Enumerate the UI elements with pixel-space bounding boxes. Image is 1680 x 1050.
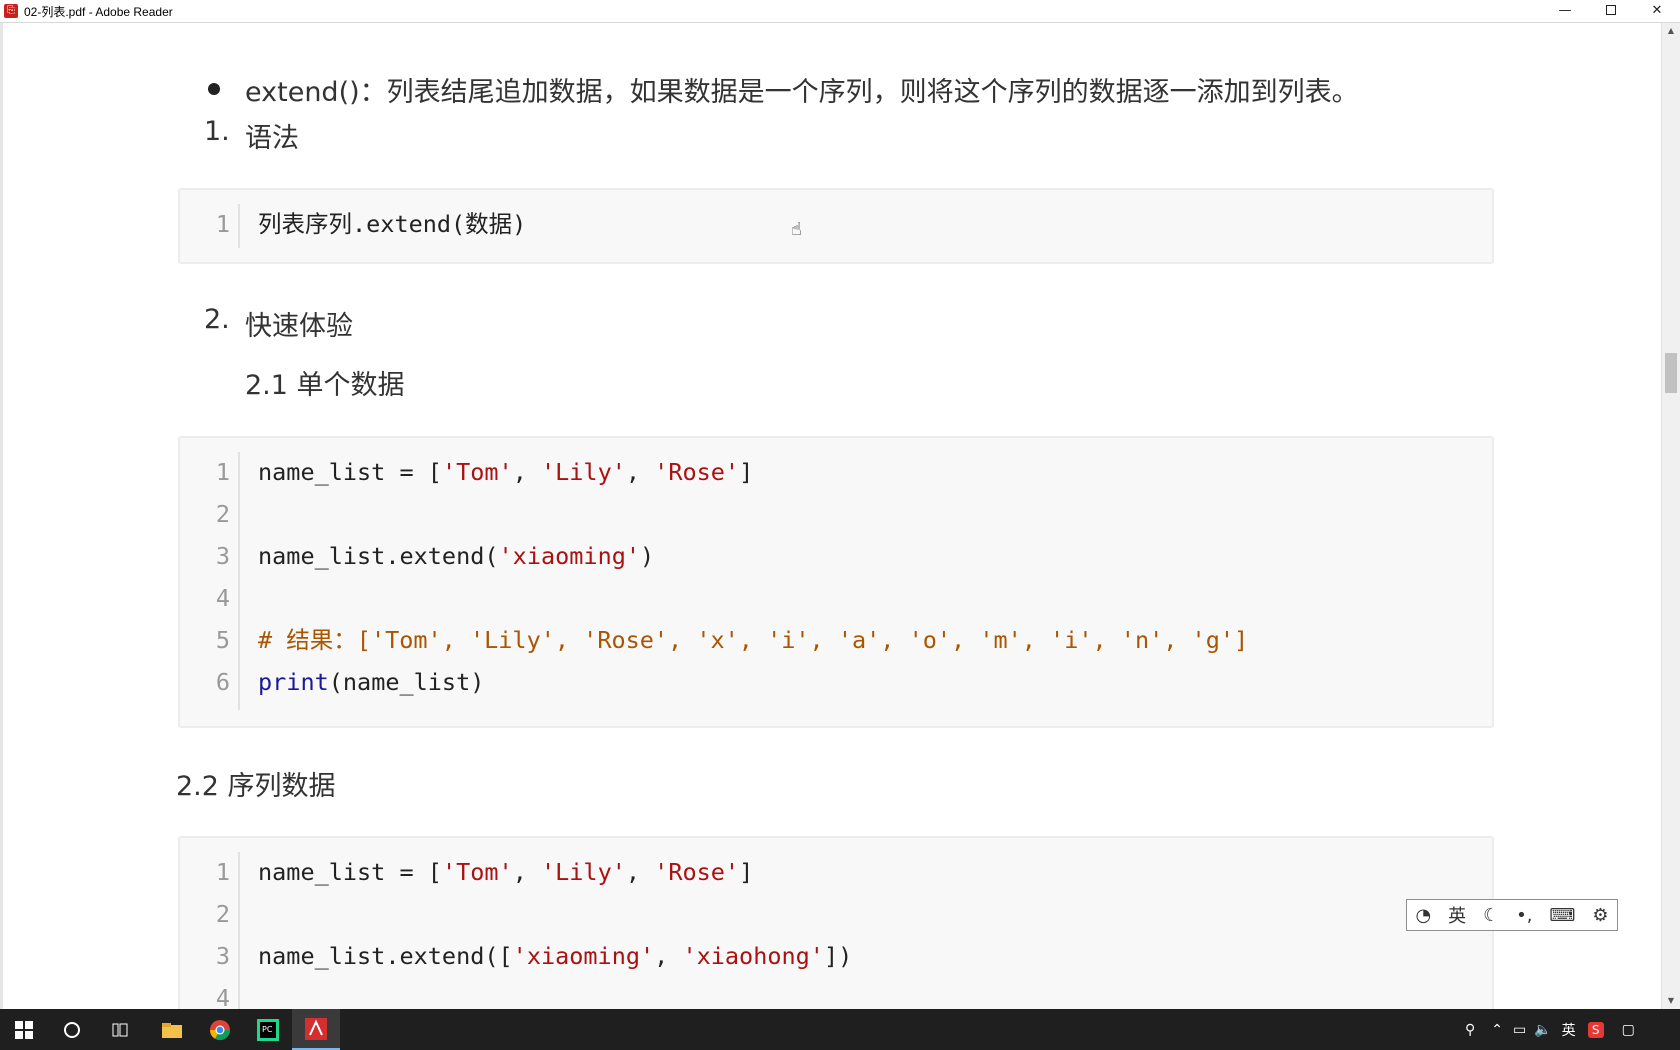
code-line: 2 (180, 894, 1492, 934)
moon-icon[interactable]: ☾ (1483, 905, 1499, 926)
code-line: 5 # 结果：['Tom', 'Lily', 'Rose', 'x', 'i',… (180, 620, 1492, 660)
code-text: name_list = ['Tom', 'Lily', 'Rose'] (258, 458, 754, 486)
task-view-icon[interactable] (96, 1009, 144, 1050)
syntax-code-block: 1 列表序列.extend(数据) (178, 188, 1494, 264)
pdf-page-view[interactable]: extend()：列表结尾追加数据，如果数据是一个序列，则将这个序列的数据逐一添… (0, 23, 1665, 1009)
code-line: 3 name_list.extend('xiaoming') (180, 536, 1492, 576)
code-line: 4 (180, 978, 1492, 1009)
line-number: 1 (215, 858, 230, 886)
line-number: 4 (215, 984, 230, 1009)
windows-start-icon[interactable] (0, 1009, 48, 1050)
window-title: 02-列表.pdf - Adobe Reader (24, 4, 173, 19)
line-number: 5 (215, 626, 230, 654)
code-line: 1 name_list = ['Tom', 'Lily', 'Rose'] (180, 852, 1492, 892)
code-text: print(name_list) (258, 668, 485, 696)
restore-icon (1606, 5, 1616, 15)
code-text: name_list = ['Tom', 'Lily', 'Rose'] (258, 858, 754, 886)
ime-language-toggle[interactable]: 英 (1448, 902, 1466, 928)
code-line: 1 name_list = ['Tom', 'Lily', 'Rose'] (180, 452, 1492, 492)
chrome-icon[interactable] (196, 1009, 244, 1050)
punctuation-icon[interactable]: •, (1516, 905, 1532, 926)
subsection-2-2-title: 2.2 序列数据 (176, 771, 336, 802)
sogou-ime-icon[interactable]: S (1587, 1021, 1604, 1038)
code-comment: # 结果：['Tom', 'Lily', 'Rose', 'x', 'i', '… (258, 626, 1249, 654)
svg-text:PC: PC (262, 1025, 273, 1034)
code-line: 1 列表序列.extend(数据) (180, 204, 1492, 244)
volume-icon[interactable]: 🔈 (1534, 1022, 1551, 1038)
bullet-marker (208, 83, 220, 95)
vertical-scrollbar[interactable]: ▲ ▼ (1661, 23, 1680, 1009)
system-tray: ⚲ ⌃ ▭ 🔈 英 S ▢ (1465, 1009, 1635, 1050)
hand-cursor-icon: ☝ (791, 219, 802, 240)
single-data-code-block: 1 name_list = ['Tom', 'Lily', 'Rose'] 2 … (178, 436, 1494, 728)
sogou-logo-icon[interactable]: ◔ (1415, 905, 1431, 926)
line-number: 3 (215, 942, 230, 970)
windows-taskbar: PC ⚲ ⌃ ▭ 🔈 英 S ▢ (0, 1009, 1680, 1050)
scroll-up-icon[interactable]: ▲ (1662, 23, 1680, 39)
code-text: 列表序列.extend(数据) (258, 210, 527, 238)
line-number: 2 (215, 500, 230, 528)
network-icon[interactable]: ▭ (1513, 1022, 1526, 1038)
section1-title: 语法 (245, 123, 299, 154)
gear-icon[interactable]: ⚙ (1592, 905, 1608, 926)
code-text: name_list.extend('xiaoming') (258, 542, 655, 570)
line-number: 1 (215, 210, 230, 238)
ime-toolbar[interactable]: ◔ 英 ☾ •, ⌨ ⚙ (1406, 899, 1618, 931)
acrobat-icon[interactable] (292, 1009, 340, 1050)
code-line: 6 print(name_list) (180, 662, 1492, 702)
close-button[interactable]: ✕ (1634, 0, 1680, 22)
minimize-button[interactable]: — (1542, 0, 1588, 22)
acrobat-icon: ⎘ (4, 4, 18, 18)
scrollbar-thumb[interactable] (1665, 353, 1677, 393)
notification-icon[interactable]: ▢ (1622, 1022, 1635, 1038)
restore-button[interactable] (1588, 0, 1634, 22)
line-number: 3 (215, 542, 230, 570)
section2-number: 2. (204, 304, 230, 335)
line-number: 6 (215, 668, 230, 696)
code-text: name_list.extend(['xiaoming', 'xiaohong'… (258, 942, 853, 970)
chevron-up-icon[interactable]: ⌃ (1491, 1022, 1503, 1038)
extend-description: extend()：列表结尾追加数据，如果数据是一个序列，则将这个序列的数据逐一添… (245, 77, 1359, 108)
window-titlebar: ⎘ 02-列表.pdf - Adobe Reader — ✕ (0, 0, 1680, 23)
line-number: 2 (215, 900, 230, 928)
people-icon[interactable]: ⚲ (1465, 1022, 1475, 1038)
code-line: 2 (180, 494, 1492, 534)
scroll-down-icon[interactable]: ▼ (1662, 993, 1680, 1009)
subsection-2-1-title: 2.1 单个数据 (245, 370, 405, 401)
search-circle-icon[interactable] (48, 1009, 96, 1050)
code-line: 3 name_list.extend(['xiaoming', 'xiaohon… (180, 936, 1492, 976)
line-number: 1 (215, 458, 230, 486)
file-explorer-icon[interactable] (148, 1009, 196, 1050)
line-number: 4 (215, 584, 230, 612)
sequence-data-code-block: 1 name_list = ['Tom', 'Lily', 'Rose'] 2 … (178, 836, 1494, 1009)
keyboard-icon[interactable]: ⌨ (1549, 905, 1575, 926)
input-language-indicator[interactable]: 英 (1562, 1020, 1576, 1040)
code-line: 4 (180, 578, 1492, 618)
section1-number: 1. (204, 116, 230, 147)
pycharm-icon[interactable]: PC (244, 1009, 292, 1050)
section2-title: 快速体验 (245, 311, 353, 342)
